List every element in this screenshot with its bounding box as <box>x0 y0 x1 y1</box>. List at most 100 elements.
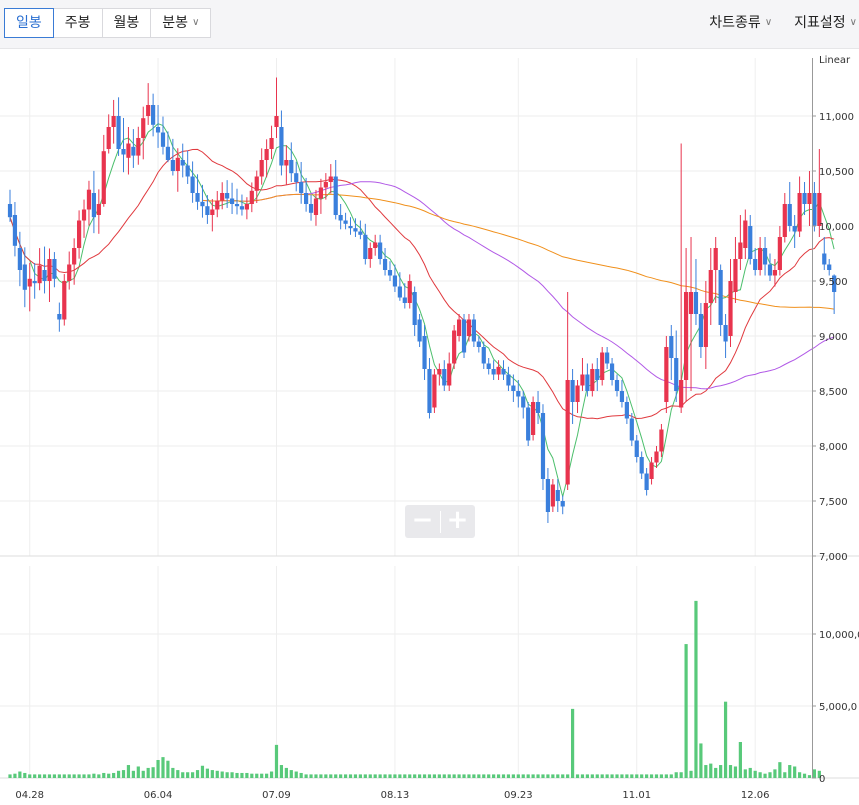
volume-bar <box>200 765 205 778</box>
candle-body <box>160 132 166 147</box>
candle-body <box>264 149 269 160</box>
candle-body <box>101 151 106 204</box>
volume-bar <box>432 774 437 778</box>
volume-bar <box>590 774 594 778</box>
volume-bar <box>156 760 160 778</box>
candle-body <box>67 264 72 281</box>
volume-bar <box>176 770 180 778</box>
volume-bar <box>699 743 703 778</box>
candle-body <box>728 281 733 336</box>
period-tabs: 일봉 주봉 월봉 분봉 ∨ <box>4 8 212 38</box>
volume-bar <box>28 774 32 778</box>
volume-bar <box>131 770 135 778</box>
candle-body <box>792 226 797 232</box>
candle-body <box>570 380 575 402</box>
volume-bar <box>422 774 427 778</box>
volume-bar <box>57 774 61 778</box>
candle-body <box>748 226 753 259</box>
candle-body <box>27 278 32 287</box>
candle-body <box>91 193 96 218</box>
zoom-in-button[interactable]: + <box>441 505 475 538</box>
candlesticks <box>7 77 837 523</box>
candle-body <box>713 248 718 270</box>
volume-bar <box>205 768 209 778</box>
candle-body <box>17 248 22 270</box>
volume-bar <box>67 774 71 778</box>
stock-chart[interactable]: Linear 11,000 10,500 10,000 9,500 9,000 8,500 8… <box>0 48 859 805</box>
candle-body <box>595 369 600 380</box>
volume-bar <box>472 774 476 778</box>
zoom-out-button[interactable]: − <box>406 505 440 538</box>
candle-body <box>550 484 555 507</box>
candle-body <box>165 146 171 160</box>
candle-body <box>121 149 126 155</box>
candle-body <box>279 127 284 166</box>
volume-bar <box>521 774 525 778</box>
volume-bar <box>309 774 313 778</box>
volume-bar <box>230 772 234 778</box>
candle-body <box>42 270 47 281</box>
candle-body <box>146 105 151 116</box>
candle-body <box>308 204 314 213</box>
candle-body <box>412 292 417 325</box>
volume-bar <box>97 774 101 778</box>
candle-body <box>22 264 27 290</box>
tab-daily[interactable]: 일봉 <box>4 8 54 38</box>
candle-body <box>32 281 37 284</box>
volume-bar <box>689 770 693 778</box>
scale-label: Linear <box>819 55 851 66</box>
volume-tick-label: 0 <box>819 774 825 785</box>
candle-body <box>698 314 703 347</box>
volume-bar <box>358 774 362 778</box>
volume-bar <box>694 600 698 778</box>
candle-body <box>126 143 131 158</box>
tab-minute[interactable]: 분봉 ∨ <box>150 8 212 38</box>
volume-bar <box>166 760 170 778</box>
candle-body <box>807 193 812 204</box>
volume-bar <box>378 774 382 778</box>
candle-body <box>456 319 462 336</box>
volume-bar <box>674 772 678 778</box>
candle-body <box>432 374 437 408</box>
volume-bar <box>299 772 303 778</box>
volume-bar <box>373 774 377 778</box>
tab-monthly[interactable]: 월봉 <box>101 8 152 38</box>
candle-body <box>131 146 136 156</box>
chart-axes: Linear 11,000 10,500 10,000 9,500 9,000 8,500 8… <box>15 55 859 801</box>
volume-bar <box>62 774 66 778</box>
volume-bar <box>33 774 37 778</box>
volume-bar <box>482 774 486 778</box>
candle-body <box>827 264 832 270</box>
indicator-settings-dropdown[interactable]: 지표설정 ∨ <box>772 8 857 38</box>
candle-body <box>535 402 541 413</box>
candle-body <box>397 286 402 298</box>
candle-body <box>600 352 605 380</box>
candle-body <box>373 242 378 248</box>
volume-bar <box>516 774 520 778</box>
chart-type-dropdown[interactable]: 차트종류 ∨ <box>687 8 772 38</box>
volume-bar <box>723 701 728 778</box>
volume-bar <box>210 770 214 778</box>
volume-bar <box>121 770 126 778</box>
candle-body <box>822 253 827 265</box>
volume-bar <box>52 774 57 778</box>
candle-body <box>659 429 664 452</box>
candle-body <box>116 116 121 149</box>
candle-body <box>402 297 407 303</box>
candle-body <box>545 479 551 512</box>
candle-body <box>86 189 92 210</box>
tab-monthly-label: 월봉 <box>113 15 140 31</box>
candle-body <box>417 319 422 342</box>
candle-body <box>269 138 274 149</box>
candle-body <box>210 209 215 215</box>
candle-body <box>703 303 708 347</box>
candle-body <box>111 116 116 127</box>
volume-bar <box>580 774 585 778</box>
volume-bar <box>112 772 116 778</box>
tab-weekly[interactable]: 주봉 <box>52 8 103 38</box>
candle-body <box>52 259 57 279</box>
candle-body <box>47 259 52 281</box>
volume-bar <box>669 774 673 778</box>
volume-bar <box>664 774 668 778</box>
candle-body <box>313 198 319 215</box>
